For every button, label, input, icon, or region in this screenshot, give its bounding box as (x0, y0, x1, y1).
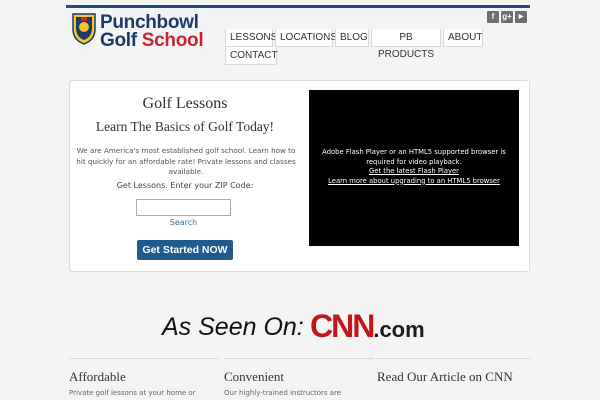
nav-item-pb-products[interactable]: PB PRODUCTS (371, 29, 441, 60)
column-text: Our highly-trained instructors are (224, 389, 342, 397)
video-message-text: Adobe Flash Player or an HTML5 supported… (322, 148, 506, 166)
hero-subtitle: Learn The Basics of Golf Today! (95, 119, 275, 134)
youtube-icon[interactable]: ▶ (515, 11, 527, 23)
cnn-logo-suffix: .com (373, 317, 425, 342)
facebook-icon[interactable]: f (487, 11, 499, 23)
column-title: Convenient (224, 369, 284, 384)
column-title: Affordable (69, 369, 126, 384)
logo-crest-icon (72, 13, 96, 45)
nav-item-lessons[interactable]: LESSONS (225, 29, 277, 47)
video-fallback-message: Adobe Flash Player or an HTML5 supported… (315, 148, 513, 186)
nav-item-contact[interactable]: CONTACT (225, 47, 278, 65)
logo-text-line2: Golf School (100, 30, 204, 52)
logo-text-line2-label: Golf School (100, 30, 204, 51)
nav-item-about[interactable]: ABOUT (443, 29, 483, 47)
zip-code-input[interactable] (136, 199, 231, 216)
hero-panel: Golf Lessons Learn The Basics of Golf To… (69, 80, 530, 272)
search-link[interactable]: Search (136, 218, 231, 227)
column-divider (69, 358, 219, 359)
column-text: Private golf lessons at your home or (69, 389, 196, 397)
cnn-logo-mark: CNN (310, 308, 375, 344)
column-divider (377, 358, 531, 359)
feature-column-affordable: Affordable Private golf lessons at your … (69, 358, 219, 397)
as-seen-on-label: As Seen On: (162, 313, 304, 341)
column-divider (224, 358, 374, 359)
column-title[interactable]: Read Our Article on CNN (377, 370, 531, 383)
flash-player-link[interactable]: Get the latest Flash Player (315, 167, 513, 177)
hero-title: Golf Lessons (142, 95, 228, 112)
site-logo[interactable]: Punchbowl Golf School (70, 11, 220, 52)
cnn-logo[interactable]: CNN .com (310, 308, 429, 345)
social-links: f g+ ▶ (487, 11, 527, 23)
top-accent-bar (66, 5, 530, 8)
feature-column-convenient: Convenient Our highly-trained instructor… (224, 358, 374, 397)
html5-browser-link[interactable]: Learn more about upgrading to an HTML5 b… (315, 177, 513, 187)
video-player[interactable]: Adobe Flash Player or an HTML5 supported… (309, 90, 519, 246)
get-started-button[interactable]: Get Started NOW (137, 240, 233, 260)
nav-item-blog[interactable]: BLOG (335, 29, 369, 47)
hero-description: We are America's most established golf s… (76, 146, 296, 176)
zip-prompt: Get Lessons. Enter your ZIP Code: (116, 181, 254, 190)
feature-column-cnn-article: Read Our Article on CNN (377, 358, 531, 383)
nav-item-locations[interactable]: LOCATIONS (275, 29, 337, 47)
google-plus-icon[interactable]: g+ (501, 11, 513, 23)
